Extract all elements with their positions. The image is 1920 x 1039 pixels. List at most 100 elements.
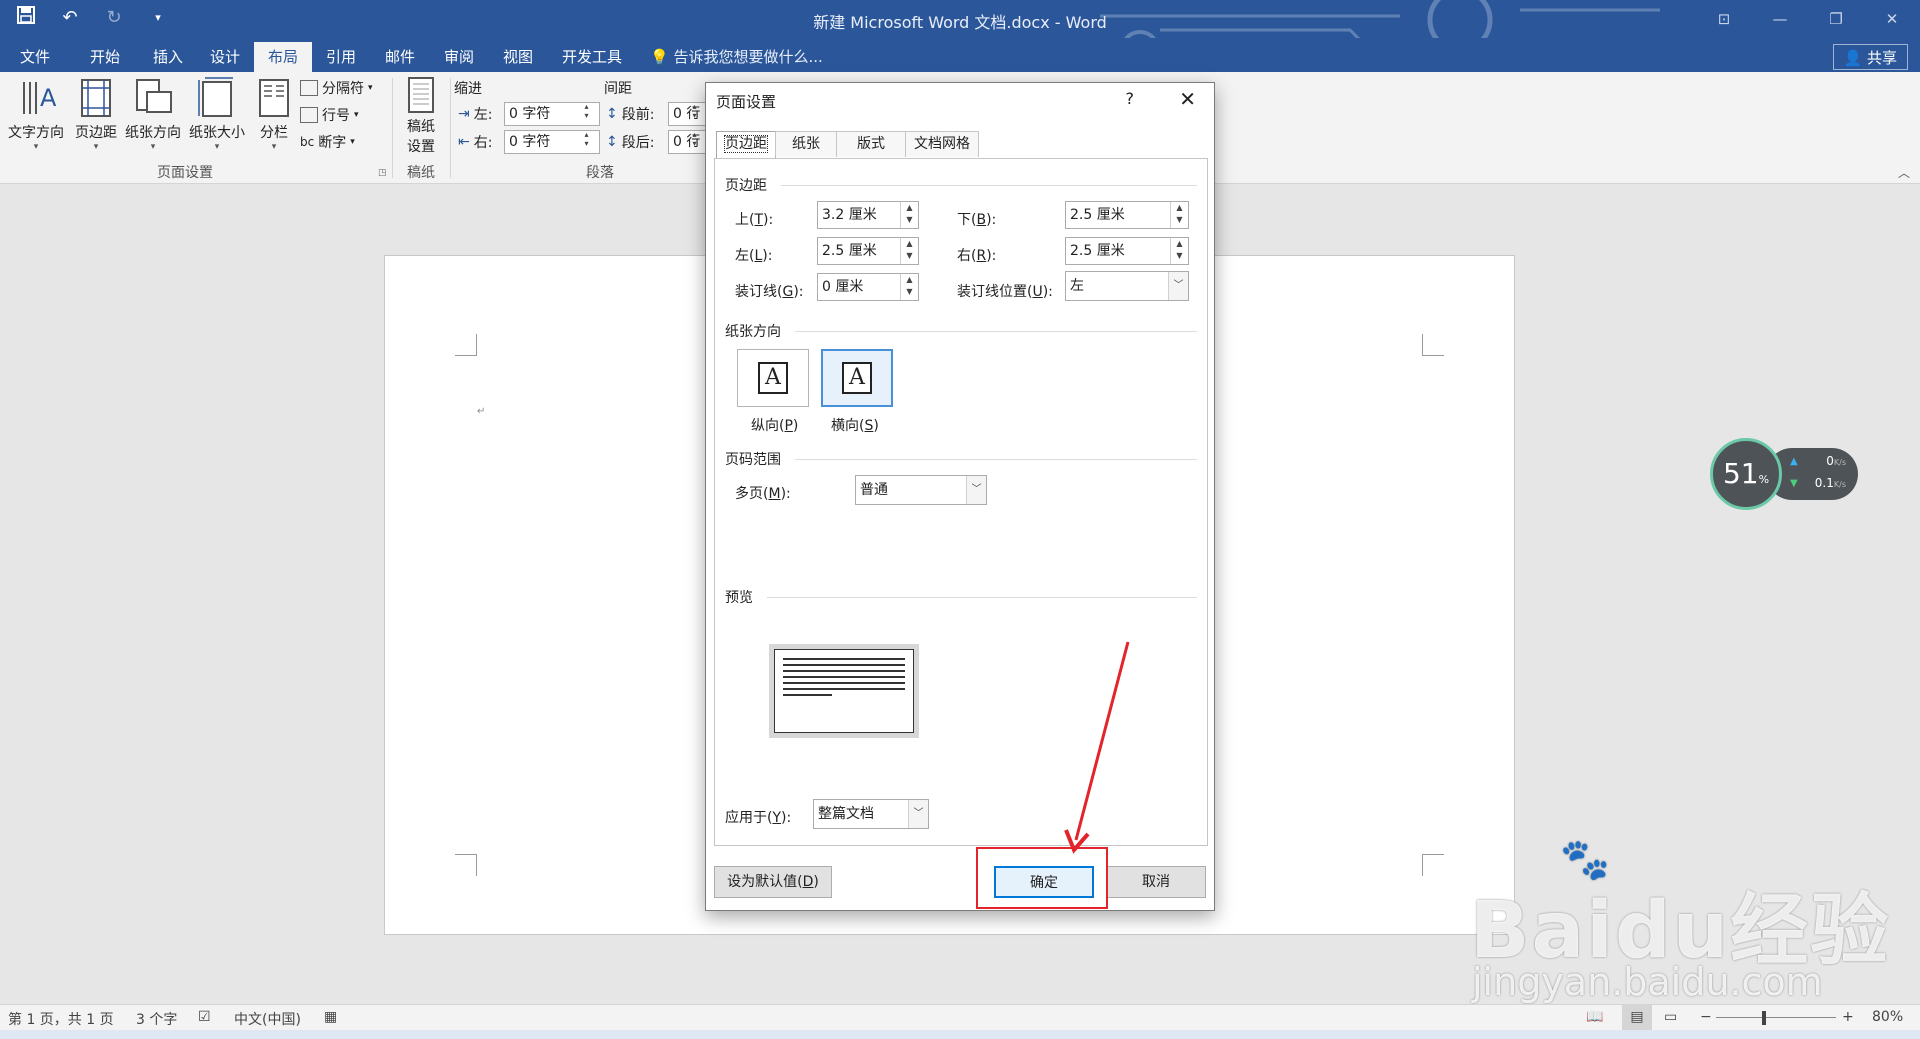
top-margin-input[interactable]: 3.2 厘米 ▲ ▼ (817, 201, 919, 229)
portrait-label: 纵向(P) (751, 418, 799, 434)
breaks-button[interactable]: 分隔符 ▾ (300, 78, 373, 98)
spacing-after-label: ↕ 段后: (606, 132, 654, 152)
apply-to-label: 应用于(Y): (725, 810, 792, 826)
dialog-launcher-icon[interactable]: ◳ (378, 168, 387, 178)
spacing-before-label: ↕ 段前: (606, 104, 654, 124)
tab-view[interactable]: 视图 (488, 42, 548, 72)
zoom-out-icon[interactable]: − (1700, 1009, 1712, 1025)
right-margin-value: 2.5 厘米 (1070, 243, 1125, 259)
gutter-label: 装订线(G): (735, 284, 804, 300)
zoom-level[interactable]: 80% (1872, 1009, 1903, 1025)
read-mode-icon[interactable]: 📖 (1586, 1009, 1603, 1025)
tab-design[interactable]: 设计 (196, 42, 254, 72)
text-direction-label: 文字方向 (8, 125, 64, 141)
zoom-slider[interactable] (1716, 1017, 1836, 1018)
left-margin-input[interactable]: 2.5 厘米 ▲ ▼ (817, 237, 919, 265)
draft-paper-button[interactable]: 稿纸 设置 (398, 76, 444, 156)
gutter-position-select[interactable]: 左 ﹀ (1065, 271, 1189, 301)
tell-me-box[interactable]: 💡 告诉我您想要做什么... (650, 42, 823, 72)
zoom-in-icon[interactable]: + (1842, 1009, 1854, 1025)
close-window-icon[interactable]: ✕ (1864, 0, 1920, 38)
spacing-before-text: 段前: (621, 107, 655, 123)
minimize-icon[interactable]: — (1752, 0, 1808, 38)
proofing-icon[interactable]: ☑ (198, 1009, 211, 1025)
chevron-down-icon: ▾ (93, 142, 99, 152)
preview-section-title: 预览 (725, 590, 753, 606)
close-icon[interactable]: ✕ (1179, 87, 1196, 111)
size-button[interactable]: 纸张大小 ▾ (186, 76, 248, 152)
spinner-icon[interactable]: ▲ ▼ (900, 238, 918, 264)
text-direction-button[interactable]: A 文字方向 ▾ (4, 76, 68, 152)
tab-document-grid[interactable]: 文档网格 (905, 131, 979, 157)
tab-file[interactable]: 文件 (0, 42, 70, 72)
indent-left-input[interactable]: 0 字符 (504, 102, 600, 126)
zoom-slider-thumb[interactable] (1762, 1011, 1766, 1025)
spinner-icon[interactable]: ▲ ▼ (900, 202, 918, 228)
landscape-option[interactable]: A (821, 349, 893, 407)
upload-unit: K/s (1833, 458, 1846, 467)
spacing-before-input[interactable]: 0 行 (668, 102, 708, 126)
web-layout-icon[interactable]: ▭ (1664, 1009, 1677, 1025)
print-layout-icon[interactable]: ▤ (1622, 1005, 1652, 1031)
spinner-icon[interactable]: ▲ ▼ (1170, 202, 1188, 228)
tab-margins[interactable]: 页边距 (716, 131, 776, 159)
indent-left-text: 左: (473, 107, 493, 123)
line-numbers-button[interactable]: 行号 ▾ (300, 105, 359, 125)
page-preview (769, 644, 919, 738)
tab-developer[interactable]: 开发工具 (548, 42, 636, 72)
bottom-margin-input[interactable]: 2.5 厘米 ▲ ▼ (1065, 201, 1189, 229)
columns-label: 分栏 (260, 125, 288, 141)
breaks-icon (300, 80, 318, 96)
gutter-input[interactable]: 0 厘米 ▲ ▼ (817, 273, 919, 301)
macro-icon[interactable]: ▦ (324, 1009, 337, 1025)
chevron-down-icon: ﹀ (1168, 272, 1188, 300)
portrait-option[interactable]: A (737, 349, 809, 407)
right-label: 右(R): (957, 248, 997, 264)
columns-button[interactable]: 分栏 ▾ (252, 76, 296, 152)
tab-home[interactable]: 开始 (70, 42, 140, 72)
spacing-before-icon: ↕ (606, 106, 618, 122)
tab-insert[interactable]: 插入 (140, 42, 196, 72)
share-button[interactable]: 👤 共享 (1832, 44, 1908, 70)
word-count[interactable]: 3 个字 (136, 1009, 177, 1029)
spinner-icon[interactable]: ▲ ▼ (900, 274, 918, 300)
help-button[interactable]: ? (1126, 89, 1135, 108)
tab-review[interactable]: 审阅 (430, 42, 488, 72)
title-bar: ↶ ↻ ▾ 新建 Microsoft Word 文档.docx - Word ⊡… (0, 0, 1920, 70)
cpu-percent-circle[interactable]: 51% (1710, 438, 1782, 510)
tab-paper[interactable]: 纸张 (775, 131, 837, 157)
window-title: 新建 Microsoft Word 文档.docx - Word (813, 13, 1107, 32)
tab-layout-dlg[interactable]: 版式 (836, 131, 906, 157)
spinner-icon[interactable]: ▲ ▼ (1170, 238, 1188, 264)
orientation-label: 纸张方向 (125, 125, 181, 141)
crop-mark (455, 334, 477, 356)
crop-mark (455, 854, 477, 876)
page-count[interactable]: 第 1 页，共 1 页 (8, 1009, 114, 1029)
crop-mark (1422, 854, 1444, 876)
apply-to-select[interactable]: 整篇文档 ﹀ (813, 799, 929, 829)
hyphenation-button[interactable]: bc 断字 ▾ (300, 132, 355, 152)
tab-layout[interactable]: 布局 (254, 42, 312, 72)
collapse-ribbon-icon[interactable]: ︿ (1898, 164, 1910, 181)
orientation-button[interactable]: 纸张方向 ▾ (122, 76, 184, 152)
group-separator (450, 78, 451, 178)
gutter-position-label: 装订线位置(U): (957, 284, 1053, 300)
tab-references[interactable]: 引用 (312, 42, 370, 72)
multiple-pages-select[interactable]: 普通 ﹀ (855, 475, 987, 505)
window-controls: ⊡ — ❐ ✕ (1696, 0, 1920, 38)
page-setup-group-label: 页面设置 (157, 165, 213, 181)
apply-to-value: 整篇文档 (818, 806, 874, 822)
set-default-button[interactable]: 设为默认值(D) (714, 866, 832, 898)
indent-right-input[interactable]: 0 字符 (504, 130, 600, 154)
margins-button[interactable]: 页边距 ▾ (70, 76, 122, 152)
restore-icon[interactable]: ❐ (1808, 0, 1864, 38)
language[interactable]: 中文(中国) (234, 1009, 301, 1029)
paragraph-group-label: 段落 (586, 165, 614, 181)
right-margin-input[interactable]: 2.5 厘米 ▲ ▼ (1065, 237, 1189, 265)
group-separator (392, 78, 393, 178)
ribbon-display-icon[interactable]: ⊡ (1696, 0, 1752, 38)
tab-mailings[interactable]: 邮件 (370, 42, 430, 72)
indent-title: 缩进 (454, 81, 482, 97)
cancel-button[interactable]: 取消 (1106, 866, 1206, 898)
spacing-after-input[interactable]: 0 行 (668, 130, 708, 154)
